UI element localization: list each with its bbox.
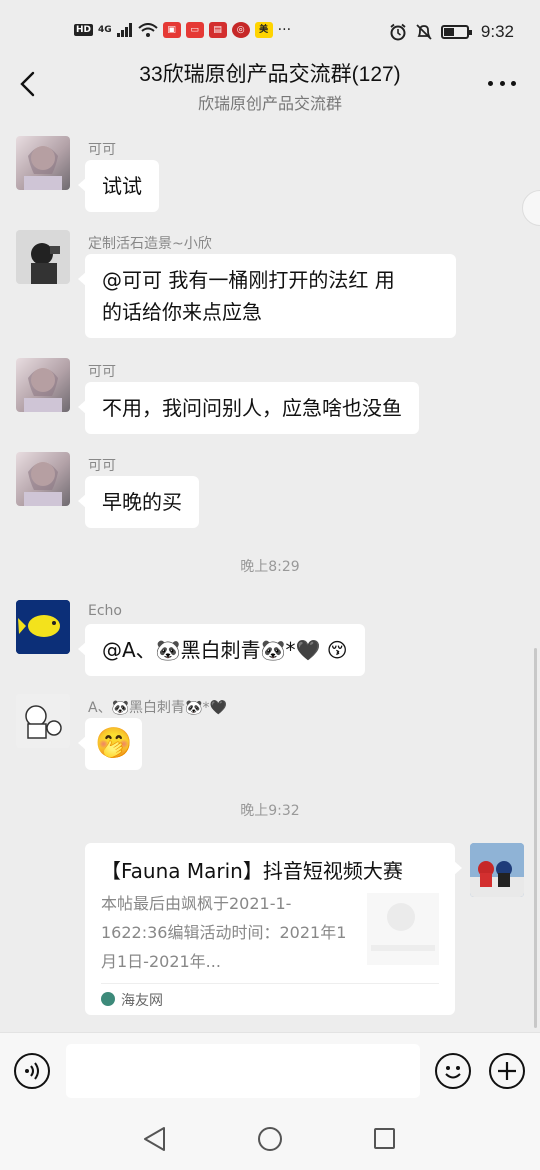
app-icon-red2: ▭ [185, 22, 204, 38]
input-bar [0, 1032, 540, 1110]
news-app-icon: ▤ [208, 22, 227, 38]
message-input[interactable] [66, 1044, 420, 1098]
link-card-thumbnail [367, 893, 439, 965]
link-card-description: 本帖最后由飒枫于2021-1-1622:36编辑活动时间：2021年1月1日-2… [101, 894, 347, 971]
voice-icon [25, 1062, 39, 1080]
bank-app-icon: ◎ [231, 22, 250, 38]
message-list[interactable]: 可可 试试 定制活石造景~小欣 @可可 我有一桶刚打开的法红 用 的话给你来点应… [0, 118, 540, 1032]
link-card-title: 【Fauna Marin】抖音短视频大赛 [101, 859, 403, 883]
time-divider: 晚上9:32 [240, 803, 300, 819]
link-card[interactable]: 【Fauna Marin】抖音短视频大赛 本帖最后由飒枫于2021-1-1622… [85, 843, 462, 1015]
chat-title: 33欣瑞原创产品交流群(127) [139, 63, 401, 86]
sender-name: 可可 [88, 458, 116, 474]
nav-recents-icon[interactable] [374, 1128, 395, 1149]
message-bubble[interactable]: 早晚的买 [78, 476, 199, 528]
nav-home-icon[interactable] [258, 1127, 282, 1151]
more-notifications-icon: ··· [277, 22, 292, 38]
avatar[interactable] [16, 452, 70, 506]
sender-name: A、🐼黑白刺青🐼*🖤 [88, 700, 227, 716]
chat-subtitle: 欣瑞原创产品交流群 [197, 94, 342, 113]
message-line: @可可 我有一桶刚打开的法红 用 [102, 268, 395, 292]
site-logo-icon [101, 992, 115, 1006]
meituan-app-icon: 美 [254, 22, 273, 38]
scrollbar[interactable] [534, 648, 537, 1028]
message-bubble[interactable]: 不用，我问问别人，应急啥也没鱼 [78, 382, 419, 434]
side-float-handle[interactable] [522, 190, 540, 226]
more-actions-button[interactable] [489, 1053, 525, 1089]
sender-name: Echo [88, 603, 122, 619]
wifi-icon [138, 23, 158, 37]
sender-name: 可可 [88, 364, 116, 380]
mute-bell-icon [416, 24, 432, 40]
link-card-source: 海友网 [121, 993, 163, 1009]
network-type-icon: 4G [98, 25, 112, 35]
sticker-bubble[interactable]: 🤭 [77, 718, 143, 770]
smiley-icon [445, 1066, 461, 1079]
emoji-button[interactable] [435, 1053, 471, 1089]
message-bubble[interactable]: 试试 [78, 160, 159, 212]
status-bar-right: 9:32 [389, 22, 514, 42]
status-bar-left: HD 4G ▣ ▭ ▤ ◎ 美 ··· [74, 22, 291, 38]
link-card-divider [101, 983, 439, 984]
avatar[interactable] [16, 694, 70, 748]
system-nav-bar [0, 1110, 540, 1170]
sender-name: 定制活石造景~小欣 [88, 236, 212, 252]
more-options-button[interactable] [488, 76, 516, 90]
time-divider: 晚上8:29 [240, 559, 300, 575]
avatar[interactable] [16, 136, 70, 190]
app-icon-red: ▣ [162, 22, 181, 38]
avatar[interactable] [16, 600, 70, 654]
sender-name: 可可 [88, 142, 116, 158]
battery-icon [440, 25, 472, 39]
self-avatar[interactable] [470, 843, 524, 897]
nav-back-icon[interactable] [142, 1126, 168, 1152]
status-time: 9:32 [480, 22, 514, 41]
chat-header: 33欣瑞原创产品交流群(127) 欣瑞原创产品交流群 [0, 62, 540, 118]
voice-input-button[interactable] [14, 1053, 50, 1089]
message-bubble[interactable]: @A、🐼黑白刺青🐼*🖤 😚 [78, 624, 365, 676]
signal-icon [116, 23, 132, 37]
avatar[interactable] [16, 230, 70, 284]
status-bar: HD 4G ▣ ▭ ▤ ◎ 美 ··· 9:32 [0, 0, 540, 62]
alarm-icon [390, 23, 406, 41]
avatar[interactable] [16, 358, 70, 412]
hd-icon: HD [74, 24, 94, 36]
message-line: 的话给你来点应急 [102, 300, 262, 324]
message-bubble[interactable]: @可可 我有一桶刚打开的法红 用 的话给你来点应急 [78, 254, 456, 338]
plus-icon [498, 1062, 516, 1080]
